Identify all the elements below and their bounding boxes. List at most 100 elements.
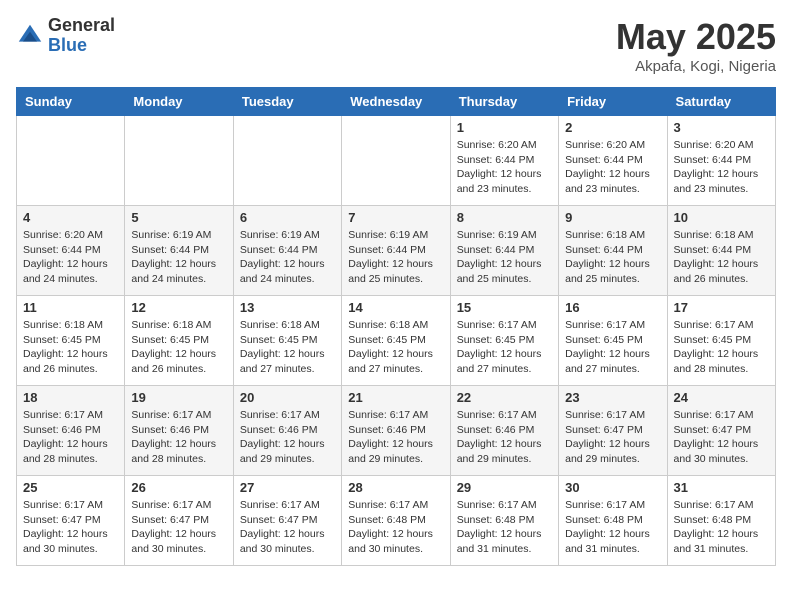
calendar-cell: 15Sunrise: 6:17 AM Sunset: 6:45 PM Dayli… [450,296,558,386]
calendar-cell: 29Sunrise: 6:17 AM Sunset: 6:48 PM Dayli… [450,476,558,566]
day-info: Sunrise: 6:18 AM Sunset: 6:45 PM Dayligh… [23,318,118,377]
calendar-cell: 1Sunrise: 6:20 AM Sunset: 6:44 PM Daylig… [450,116,558,206]
day-number: 26 [131,480,226,495]
day-number: 11 [23,300,118,315]
day-info: Sunrise: 6:17 AM Sunset: 6:48 PM Dayligh… [674,498,769,557]
logo-text: General Blue [48,16,115,56]
header-day-tuesday: Tuesday [233,88,341,116]
calendar-week-1: 1Sunrise: 6:20 AM Sunset: 6:44 PM Daylig… [17,116,776,206]
day-info: Sunrise: 6:17 AM Sunset: 6:46 PM Dayligh… [23,408,118,467]
logo: General Blue [16,16,115,56]
day-number: 3 [674,120,769,135]
day-info: Sunrise: 6:19 AM Sunset: 6:44 PM Dayligh… [348,228,443,287]
day-number: 25 [23,480,118,495]
calendar-cell: 14 Sunrise: 6:18 AM Sunset: 6:45 PM Dayli… [342,296,450,386]
header-day-sunday: Sunday [17,88,125,116]
day-number: 17 [674,300,769,315]
day-number: 19 [131,390,226,405]
header-day-monday: Monday [125,88,233,116]
day-number: 2 [565,120,660,135]
calendar-cell: 30 Sunrise: 6:17 AM Sunset: 6:48 PM Dayli… [559,476,667,566]
calendar-week-3: 11 Sunrise: 6:18 AM Sunset: 6:45 PM Dayli… [17,296,776,386]
day-info: Sunrise: 6:17 AM Sunset: 6:45 PM Dayligh… [457,318,552,377]
day-number: 27 [240,480,335,495]
day-number: 20 [240,390,335,405]
calendar-location: Akpafa, Kogi, Nigeria [616,58,776,75]
calendar-cell: 18Sunrise: 6:17 AM Sunset: 6:46 PM Dayli… [17,386,125,476]
calendar-cell: 4 Sunrise: 6:20 AM Sunset: 6:44 PM Daylig… [17,206,125,296]
day-number: 13 [240,300,335,315]
calendar-cell: 24Sunrise: 6:17 AM Sunset: 6:47 PM Dayli… [667,386,775,476]
logo-blue-text: Blue [48,36,115,56]
logo-general-text: General [48,16,115,36]
calendar-cell: 23Sunrise: 6:17 AM Sunset: 6:47 PM Dayli… [559,386,667,476]
day-number: 7 [348,210,443,225]
calendar-cell: 6Sunrise: 6:19 AM Sunset: 6:44 PM Daylig… [233,206,341,296]
calendar-cell: 10 Sunrise: 6:18 AM Sunset: 6:44 PM Dayli… [667,206,775,296]
calendar-cell: 2 Sunrise: 6:20 AM Sunset: 6:44 PM Daylig… [559,116,667,206]
header-day-wednesday: Wednesday [342,88,450,116]
day-number: 14 [348,300,443,315]
day-info: Sunrise: 6:18 AM Sunset: 6:44 PM Dayligh… [674,228,769,287]
day-info: Sunrise: 6:17 AM Sunset: 6:47 PM Dayligh… [240,498,335,557]
day-number: 12 [131,300,226,315]
calendar-table: SundayMondayTuesdayWednesdayThursdayFrid… [16,87,776,566]
calendar-cell [342,116,450,206]
calendar-cell: 8 Sunrise: 6:19 AM Sunset: 6:44 PM Daylig… [450,206,558,296]
day-info: Sunrise: 6:17 AM Sunset: 6:45 PM Dayligh… [674,318,769,377]
header-day-thursday: Thursday [450,88,558,116]
calendar-cell: 27 Sunrise: 6:17 AM Sunset: 6:47 PM Dayli… [233,476,341,566]
day-number: 6 [240,210,335,225]
day-number: 9 [565,210,660,225]
header-row: SundayMondayTuesdayWednesdayThursdayFrid… [17,88,776,116]
day-info: Sunrise: 6:18 AM Sunset: 6:45 PM Dayligh… [131,318,226,377]
calendar-cell: 9 Sunrise: 6:18 AM Sunset: 6:44 PM Daylig… [559,206,667,296]
calendar-cell [125,116,233,206]
calendar-cell: 22Sunrise: 6:17 AM Sunset: 6:46 PM Dayli… [450,386,558,476]
calendar-cell [233,116,341,206]
day-info: Sunrise: 6:17 AM Sunset: 6:48 PM Dayligh… [565,498,660,557]
calendar-cell: 12 Sunrise: 6:18 AM Sunset: 6:45 PM Dayli… [125,296,233,386]
day-info: Sunrise: 6:19 AM Sunset: 6:44 PM Dayligh… [131,228,226,287]
day-info: Sunrise: 6:17 AM Sunset: 6:47 PM Dayligh… [23,498,118,557]
calendar-week-5: 25 Sunrise: 6:17 AM Sunset: 6:47 PM Dayli… [17,476,776,566]
day-info: Sunrise: 6:20 AM Sunset: 6:44 PM Dayligh… [23,228,118,287]
day-number: 29 [457,480,552,495]
calendar-cell: 16 Sunrise: 6:17 AM Sunset: 6:45 PM Dayli… [559,296,667,386]
header-day-friday: Friday [559,88,667,116]
calendar-cell: 5 Sunrise: 6:19 AM Sunset: 6:44 PM Daylig… [125,206,233,296]
day-info: Sunrise: 6:18 AM Sunset: 6:45 PM Dayligh… [348,318,443,377]
day-number: 8 [457,210,552,225]
day-number: 21 [348,390,443,405]
day-number: 16 [565,300,660,315]
calendar-cell: 26 Sunrise: 6:17 AM Sunset: 6:47 PM Dayli… [125,476,233,566]
day-info: Sunrise: 6:17 AM Sunset: 6:47 PM Dayligh… [565,408,660,467]
day-info: Sunrise: 6:17 AM Sunset: 6:45 PM Dayligh… [565,318,660,377]
day-number: 10 [674,210,769,225]
calendar-cell: 19Sunrise: 6:17 AM Sunset: 6:46 PM Dayli… [125,386,233,476]
calendar-cell: 21 Sunrise: 6:17 AM Sunset: 6:46 PM Dayli… [342,386,450,476]
day-info: Sunrise: 6:18 AM Sunset: 6:44 PM Dayligh… [565,228,660,287]
day-info: Sunrise: 6:17 AM Sunset: 6:47 PM Dayligh… [131,498,226,557]
page-header: General Blue May 2025 Akpafa, Kogi, Nige… [16,16,776,75]
day-number: 5 [131,210,226,225]
day-info: Sunrise: 6:17 AM Sunset: 6:46 PM Dayligh… [240,408,335,467]
day-number: 30 [565,480,660,495]
calendar-week-4: 18Sunrise: 6:17 AM Sunset: 6:46 PM Dayli… [17,386,776,476]
calendar-cell: 17 Sunrise: 6:17 AM Sunset: 6:45 PM Dayli… [667,296,775,386]
calendar-cell: 31 Sunrise: 6:17 AM Sunset: 6:48 PM Dayli… [667,476,775,566]
calendar-cell: 7 Sunrise: 6:19 AM Sunset: 6:44 PM Daylig… [342,206,450,296]
logo-icon [16,22,44,50]
calendar-cell: 28Sunrise: 6:17 AM Sunset: 6:48 PM Dayli… [342,476,450,566]
day-number: 31 [674,480,769,495]
calendar-week-2: 4 Sunrise: 6:20 AM Sunset: 6:44 PM Daylig… [17,206,776,296]
day-info: Sunrise: 6:17 AM Sunset: 6:46 PM Dayligh… [348,408,443,467]
day-info: Sunrise: 6:20 AM Sunset: 6:44 PM Dayligh… [457,138,552,197]
calendar-cell [17,116,125,206]
day-number: 4 [23,210,118,225]
day-info: Sunrise: 6:20 AM Sunset: 6:44 PM Dayligh… [565,138,660,197]
day-info: Sunrise: 6:19 AM Sunset: 6:44 PM Dayligh… [457,228,552,287]
calendar-cell: 13Sunrise: 6:18 AM Sunset: 6:45 PM Dayli… [233,296,341,386]
day-info: Sunrise: 6:20 AM Sunset: 6:44 PM Dayligh… [674,138,769,197]
calendar-cell: 11 Sunrise: 6:18 AM Sunset: 6:45 PM Dayli… [17,296,125,386]
